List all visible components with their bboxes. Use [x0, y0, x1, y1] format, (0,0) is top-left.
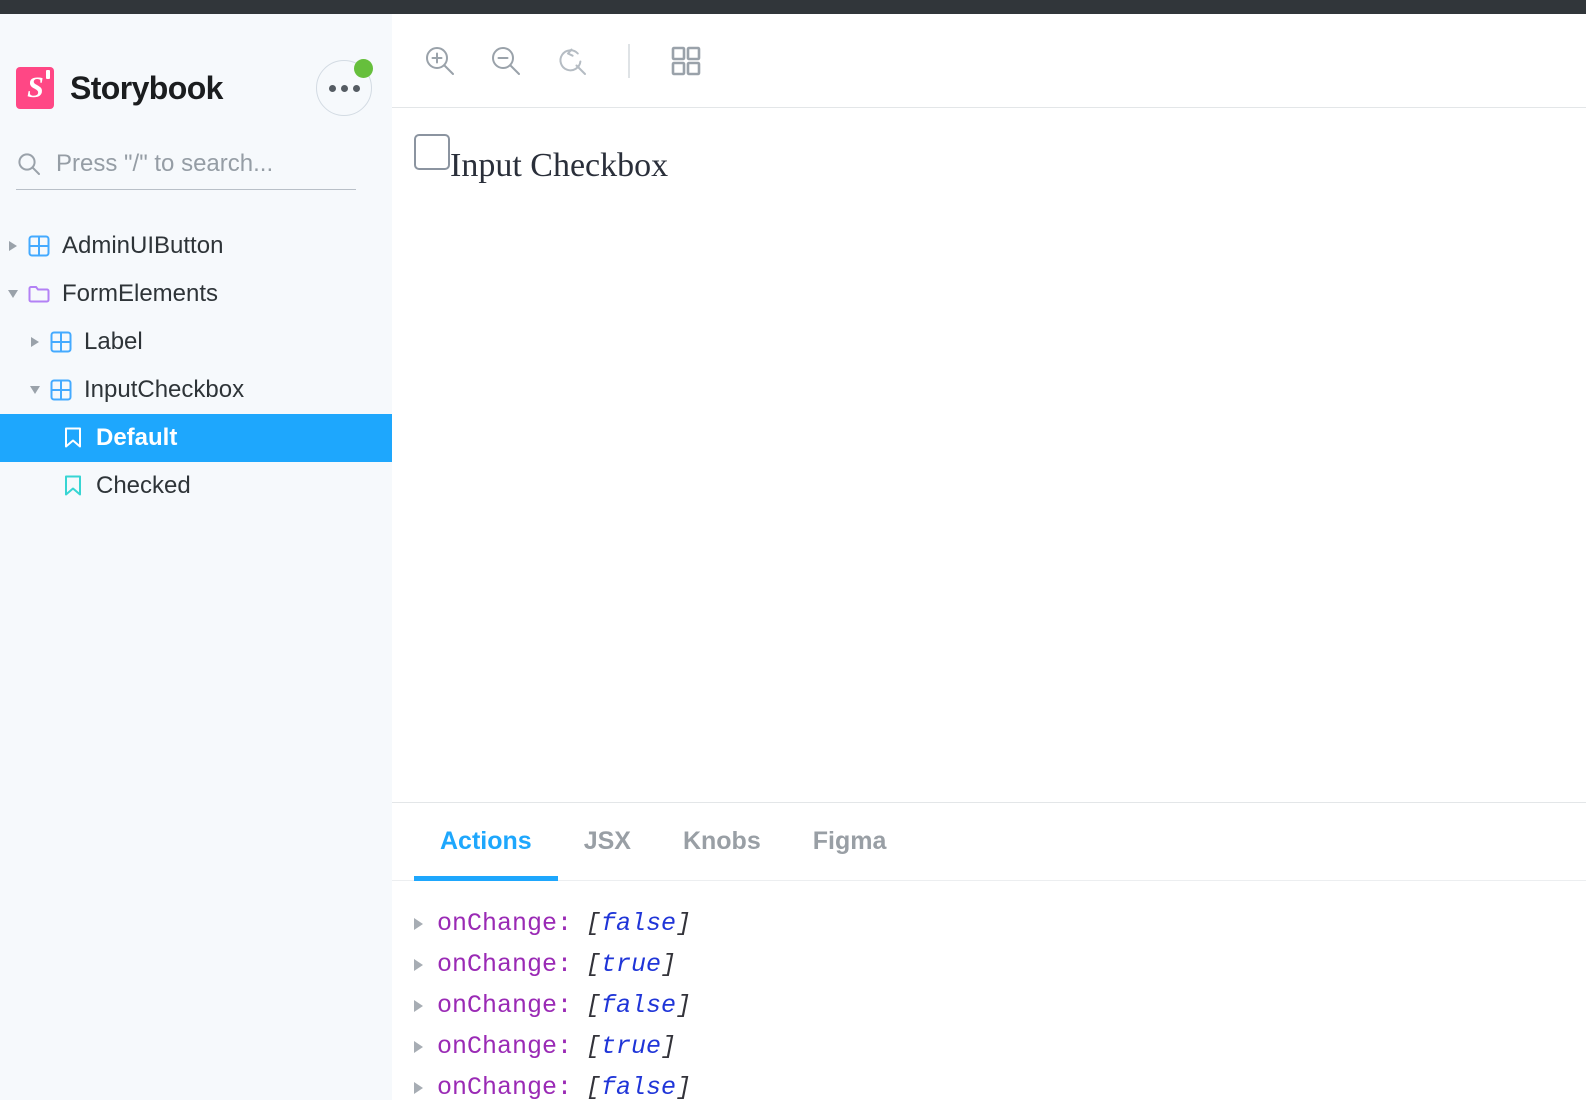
disclosure-triangle-icon[interactable] — [414, 917, 423, 930]
brand-header: S Storybook — [0, 14, 392, 124]
logo-tick — [46, 70, 50, 79]
ellipsis-icon — [352, 84, 360, 92]
sidebar-item-adminuibutton[interactable]: AdminUIButton — [0, 222, 392, 270]
update-badge — [354, 59, 373, 78]
disclosure-triangle-icon[interactable] — [414, 999, 423, 1012]
toolbar-divider — [628, 43, 630, 78]
expand-arrow-slot[interactable] — [2, 241, 24, 251]
checkbox-label: Input Checkbox — [450, 147, 669, 184]
chevron-right-icon — [9, 241, 17, 251]
action-key: onChange: — [437, 950, 573, 979]
expand-arrow-slot[interactable] — [24, 337, 46, 347]
sidebar-item-label: Checked — [96, 472, 191, 499]
ellipsis-icon — [340, 84, 348, 92]
story-preview: Input Checkbox — [392, 108, 1586, 802]
folder-icon — [24, 284, 54, 304]
sidebar-item-label: AdminUIButton — [62, 232, 224, 259]
expand-arrow-slot[interactable] — [2, 290, 24, 298]
expand-arrow-slot[interactable] — [24, 386, 46, 394]
logo-letter: S — [27, 71, 44, 104]
search-container[interactable] — [16, 138, 356, 190]
storybook-logo-icon: S — [16, 67, 54, 109]
more-menu-button[interactable] — [316, 59, 373, 116]
action-log-row[interactable]: onChange: [true] — [414, 1026, 1586, 1067]
sidebar-item-default[interactable]: Default — [0, 414, 392, 462]
disclosure-triangle-icon[interactable] — [414, 1040, 423, 1053]
actions-log: onChange: [false] onChange: [true] onCha… — [392, 881, 1586, 1100]
action-value: false — [601, 1073, 677, 1100]
chevron-down-icon — [8, 290, 18, 298]
story-bookmark-icon — [58, 427, 88, 449]
component-icon — [46, 379, 76, 401]
search-icon — [18, 152, 40, 175]
action-log-row[interactable]: onChange: [false] — [414, 985, 1586, 1026]
action-value: false — [601, 909, 677, 938]
tab-actions[interactable]: Actions — [414, 803, 558, 881]
zoom-reset-icon[interactable] — [546, 35, 598, 87]
sidebar-item-formelements[interactable]: FormElements — [0, 270, 392, 318]
chevron-down-icon — [30, 386, 40, 394]
zoom-out-icon[interactable] — [480, 35, 532, 87]
addons-tab-bar: Actions JSX Knobs Figma — [392, 803, 1586, 881]
disclosure-triangle-icon[interactable] — [414, 958, 423, 971]
action-value-wrap: [false] — [586, 909, 692, 938]
action-key: onChange: — [437, 909, 573, 938]
sidebar: S Storybook Press "/" to search... Admin… — [0, 14, 392, 1100]
sidebar-item-checked[interactable]: Checked — [0, 462, 392, 510]
action-value: true — [601, 950, 662, 979]
action-value: true — [601, 1032, 662, 1061]
action-key: onChange: — [437, 1032, 573, 1061]
story-bookmark-icon — [58, 475, 88, 497]
sidebar-item-label: InputCheckbox — [84, 376, 245, 403]
chevron-right-icon — [31, 337, 39, 347]
disclosure-triangle-icon[interactable] — [414, 1081, 423, 1094]
action-log-row[interactable]: onChange: [false] — [414, 1067, 1586, 1100]
checkbox-row[interactable]: Input Checkbox — [414, 134, 1586, 184]
sidebar-item-label[interactable]: Label — [0, 318, 392, 366]
action-value-wrap: [false] — [586, 1073, 692, 1100]
storybook-app: S Storybook Press "/" to search... Admin… — [0, 0, 1586, 1100]
component-icon — [24, 235, 54, 257]
tab-knobs[interactable]: Knobs — [657, 803, 787, 881]
window-top-bar — [0, 0, 1586, 14]
story-tree: AdminUIButton FormElements Label InputCh… — [0, 222, 392, 510]
sidebar-item-label: Label — [84, 328, 143, 355]
component-icon — [46, 331, 76, 353]
sidebar-item-label: Default — [96, 424, 178, 451]
action-log-row[interactable]: onChange: [false] — [414, 903, 1586, 944]
action-log-row[interactable]: onChange: [true] — [414, 944, 1586, 985]
sidebar-item-inputcheckbox[interactable]: InputCheckbox — [0, 366, 392, 414]
search-input[interactable] — [56, 149, 356, 178]
action-value: false — [601, 991, 677, 1020]
action-value-wrap: [false] — [586, 991, 692, 1020]
checkbox-input[interactable] — [414, 134, 450, 170]
zoom-in-icon[interactable] — [414, 35, 466, 87]
addons-panel: Actions JSX Knobs Figma onChange: [false… — [392, 802, 1586, 1100]
preview-toolbar — [392, 14, 1586, 108]
brand-name: Storybook — [70, 69, 223, 106]
tab-jsx[interactable]: JSX — [558, 803, 657, 881]
main-panel: Input Checkbox Actions JSX Knobs Figma o… — [392, 14, 1586, 1100]
grid-icon[interactable] — [660, 35, 712, 87]
sidebar-item-label: FormElements — [62, 280, 219, 307]
action-value-wrap: [true] — [586, 950, 677, 979]
tab-figma[interactable]: Figma — [787, 803, 913, 881]
ellipsis-icon — [328, 84, 336, 92]
action-key: onChange: — [437, 991, 573, 1020]
action-key: onChange: — [437, 1073, 573, 1100]
action-value-wrap: [true] — [586, 1032, 677, 1061]
